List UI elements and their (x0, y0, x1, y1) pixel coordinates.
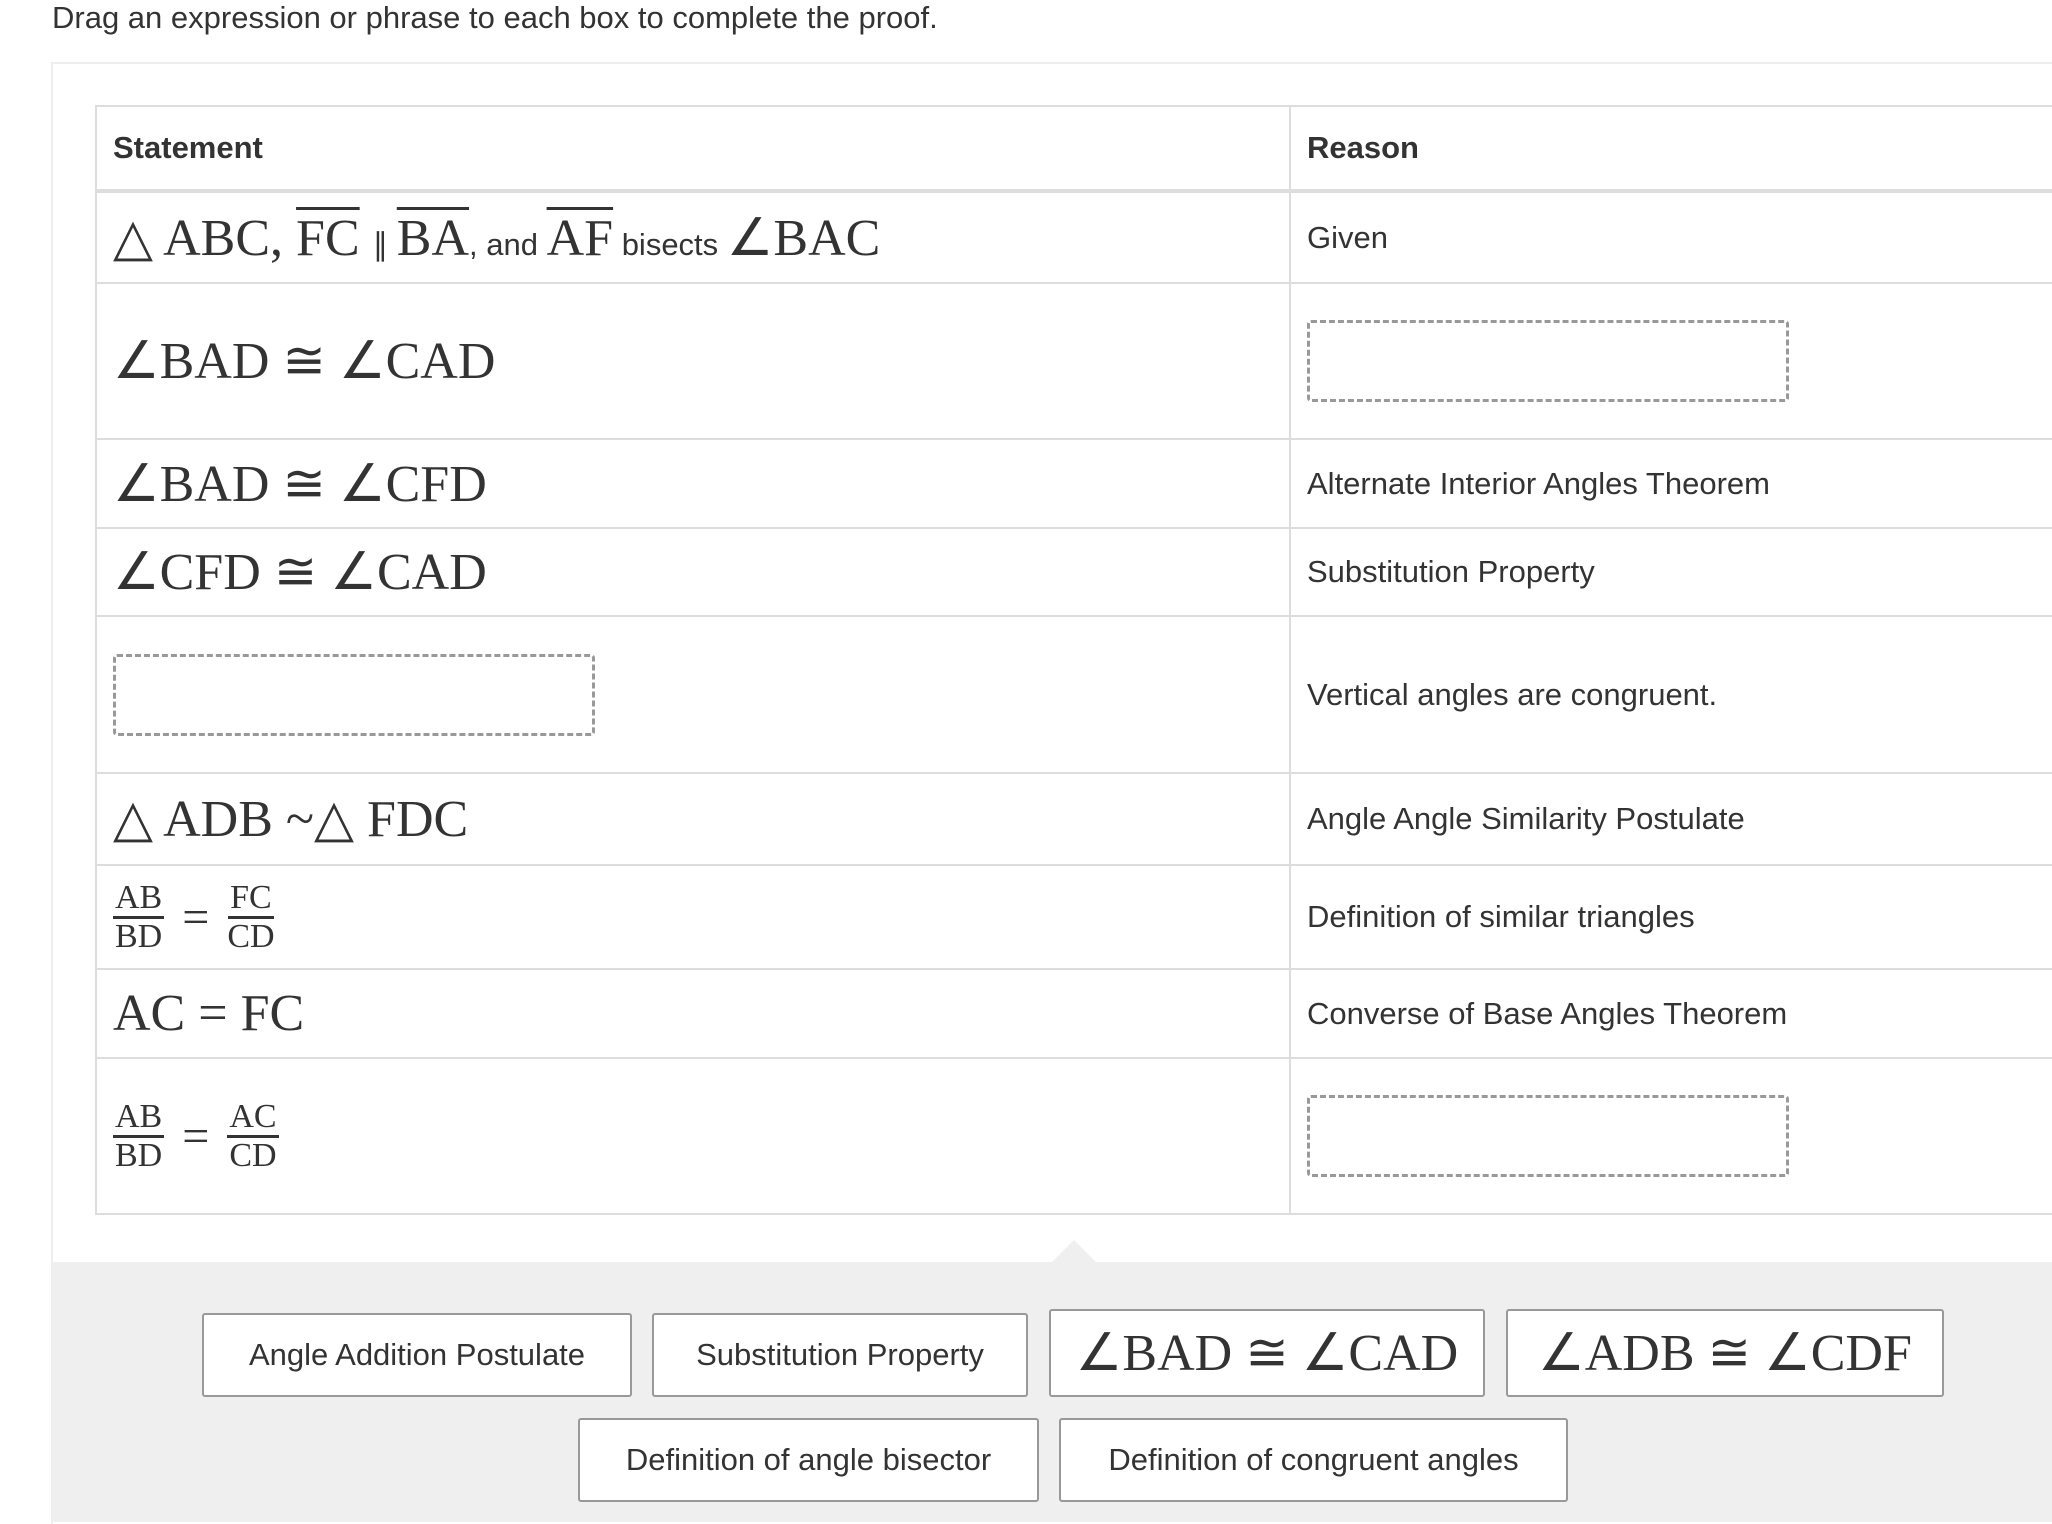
choice-substitution-property[interactable]: Substitution Property (652, 1313, 1028, 1397)
reason-cell: Substitution Property (1289, 527, 2052, 617)
fraction-ab-bd: AB BD (113, 1098, 165, 1174)
reason-cell: Given (1289, 190, 2052, 284)
and-text: , and (469, 226, 547, 262)
statement-cell: AB BD = FC CD (95, 864, 1291, 970)
denominator: CD (227, 917, 275, 955)
table-row: AB BD = AC CD (95, 1057, 2052, 1215)
reason-cell: Converse of Base Angles Theorem (1289, 968, 2052, 1059)
table-row: ∠BAD ≅ ∠CAD (95, 282, 2052, 440)
table-row: Vertical angles are congruent. (95, 615, 2052, 774)
denominator: BD (115, 917, 163, 955)
statement-text: AC = FC (113, 985, 305, 1042)
reason-cell: Angle Angle Similarity Postulate (1289, 772, 2052, 866)
statement-cell: △ ADB ~△ FDC (95, 772, 1291, 866)
fraction-ac-cd: AC CD (227, 1098, 279, 1174)
choice-angle-adb-congruent-cdf[interactable]: ∠ADB ≅ ∠CDF (1506, 1309, 1944, 1397)
numerator: AB (113, 879, 165, 919)
table-row: ∠BAD ≅ ∠CFD Alternate Interior Angles Th… (95, 438, 2052, 529)
equals-sign: = (182, 890, 210, 944)
choice-definition-of-congruent-angles[interactable]: Definition of congruent angles (1059, 1418, 1568, 1502)
triangle-abc: △ ABC, (113, 209, 284, 267)
statement-cell: △ ABC, FC ∥ BA, and AF bisects ∠BAC (95, 190, 1291, 284)
tray-pointer (1052, 1240, 1096, 1262)
fraction-fc-cd: FC CD (227, 879, 275, 955)
given-statement: △ ABC, FC ∥ BA, and AF bisects ∠BAC (113, 210, 880, 267)
denominator: BD (115, 1136, 163, 1174)
choice-angle-addition-postulate[interactable]: Angle Addition Postulate (202, 1313, 632, 1397)
equals-sign: = (182, 1109, 210, 1163)
numerator: AC (227, 1098, 279, 1138)
statement-text: ∠CFD ≅ ∠CAD (113, 544, 487, 601)
table-row: AC = FC Converse of Base Angles Theorem (95, 968, 2052, 1059)
segment-fc: FC (296, 209, 360, 267)
statement-cell: ∠BAD ≅ ∠CAD (95, 282, 1291, 440)
statement-text: ∠BAD ≅ ∠CFD (113, 455, 487, 513)
reason-header: Reason (1289, 105, 2052, 193)
fraction-ab-bd: AB BD (113, 879, 165, 955)
instruction-text: Drag an expression or phrase to each box… (52, 0, 938, 35)
statement-header: Statement (95, 105, 1291, 193)
denominator: CD (229, 1136, 277, 1174)
statement-cell: ∠CFD ≅ ∠CAD (95, 527, 1291, 617)
table-row: △ ABC, FC ∥ BA, and AF bisects ∠BAC Give… (95, 190, 2052, 284)
reason-drop-box[interactable] (1307, 1095, 1789, 1177)
reason-cell (1289, 282, 2052, 440)
choice-angle-bad-congruent-cad[interactable]: ∠BAD ≅ ∠CAD (1049, 1309, 1485, 1397)
table-row: AB BD = FC CD Definition of similar triangle… (95, 864, 2052, 970)
parallel-symbol: ∥ (372, 226, 397, 262)
reason-cell: Definition of similar triangles (1289, 864, 2052, 970)
statement-cell: ∠BAD ≅ ∠CFD (95, 438, 1291, 529)
angle-bac: ∠BAC (726, 209, 881, 267)
statement-cell: AC = FC (95, 968, 1291, 1059)
statement-cell (95, 615, 1291, 774)
statement-text: △ ADB ~△ FDC (113, 791, 469, 848)
segment-af: AF (546, 209, 614, 267)
bisects-text: bisects (613, 226, 727, 262)
numerator: AB (113, 1098, 165, 1138)
reason-cell (1289, 1057, 2052, 1215)
table-row: ∠CFD ≅ ∠CAD Substitution Property (95, 527, 2052, 617)
statement-cell: AB BD = AC CD (95, 1057, 1291, 1215)
reason-drop-box[interactable] (1307, 320, 1789, 402)
segment-ba: BA (396, 209, 470, 267)
table-row: △ ADB ~△ FDC Angle Angle Similarity Post… (95, 772, 2052, 866)
statement-text: ∠BAD ≅ ∠CAD (113, 333, 496, 390)
reason-cell: Alternate Interior Angles Theorem (1289, 438, 2052, 529)
table-header-row: Statement Reason (95, 105, 2052, 193)
choice-definition-of-angle-bisector[interactable]: Definition of angle bisector (578, 1418, 1039, 1502)
numerator: FC (228, 879, 274, 919)
proof-table: Statement Reason △ ABC, FC ∥ BA, and AF … (95, 105, 2052, 1215)
statement-drop-box[interactable] (113, 653, 595, 736)
reason-cell: Vertical angles are congruent. (1289, 615, 2052, 774)
